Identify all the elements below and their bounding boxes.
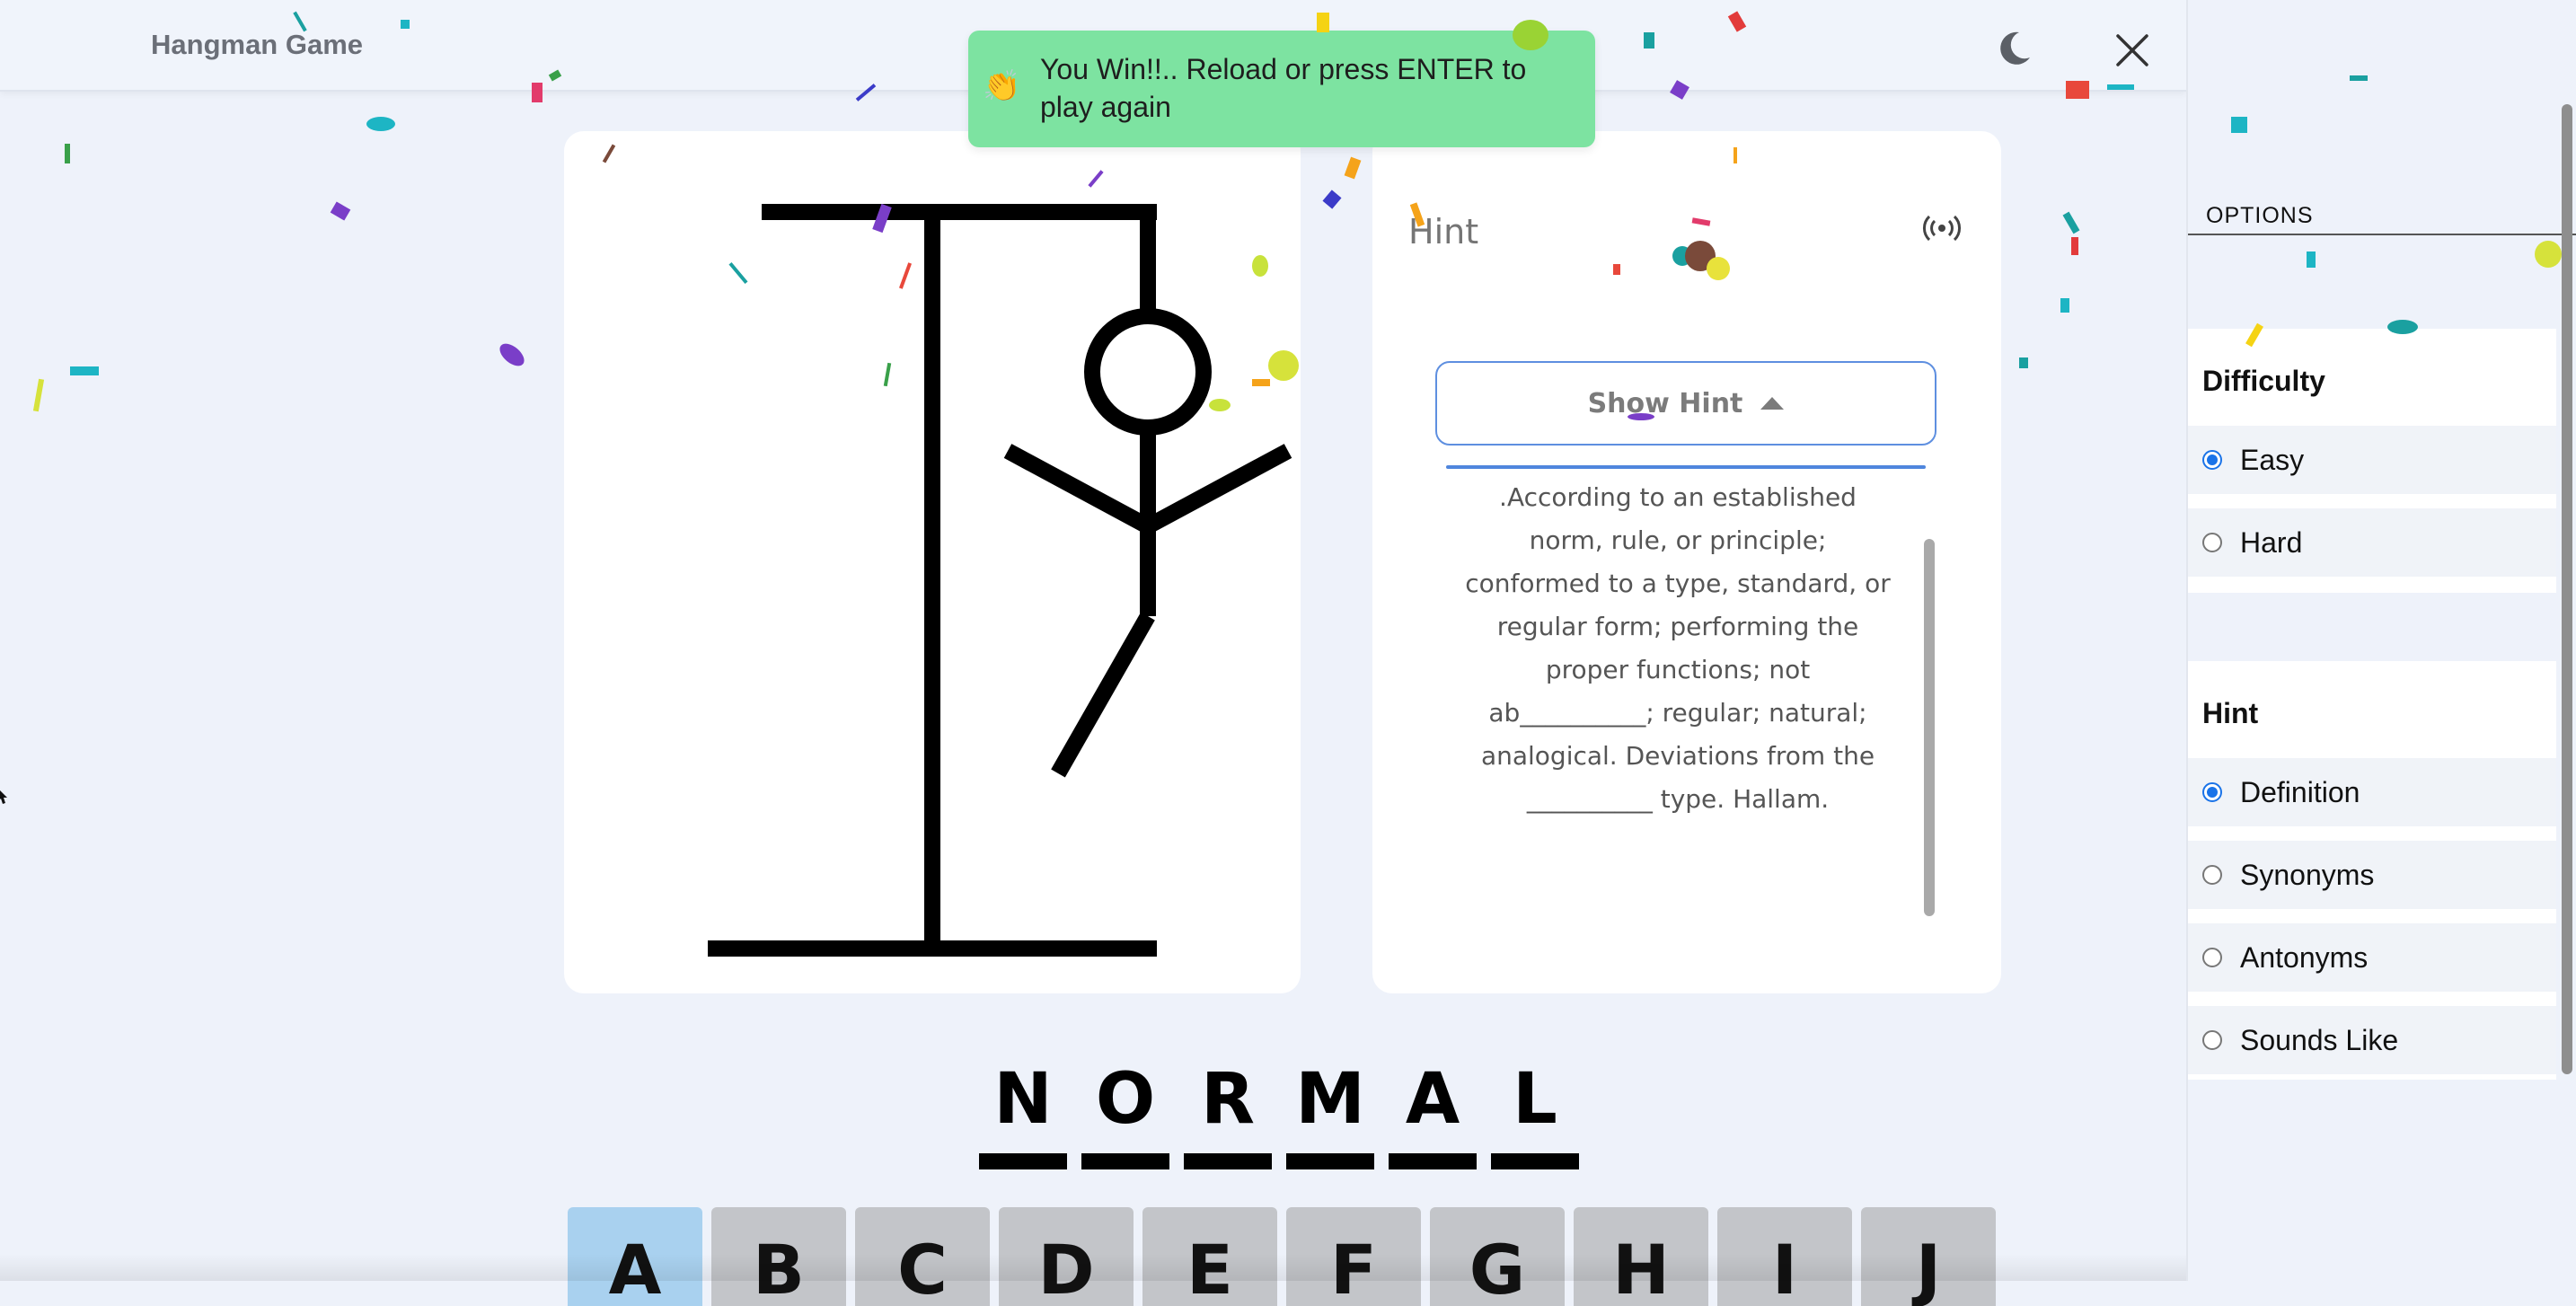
confetti-piece xyxy=(1344,156,1362,180)
word-letter: L xyxy=(1513,1059,1557,1140)
hint-option-synonyms[interactable]: Synonyms xyxy=(2188,841,2556,909)
letter-keyboard: A B C D E F G H I J xyxy=(568,1207,1996,1306)
letter-underline xyxy=(979,1153,1067,1169)
hint-type-panel: Hint Definition Synonyms Antonyms Sounds… xyxy=(2188,661,2556,1080)
confetti-piece xyxy=(2071,237,2078,255)
hint-option-sounds-like[interactable]: Sounds Like xyxy=(2188,1006,2556,1074)
option-label: Hard xyxy=(2240,525,2303,559)
letter-slot: O xyxy=(1081,1056,1169,1169)
key-b[interactable]: B xyxy=(711,1207,846,1306)
option-label: Antonyms xyxy=(2240,940,2369,974)
confetti-piece xyxy=(2019,357,2028,368)
word-letter: A xyxy=(1405,1059,1460,1140)
letter-underline xyxy=(1389,1153,1477,1169)
radio-synonyms[interactable] xyxy=(2202,865,2222,885)
app-title: Hangman Game xyxy=(151,29,364,60)
radio-easy[interactable] xyxy=(2202,450,2222,470)
win-message: You Win!!.. Reload or press ENTER to pla… xyxy=(1040,53,1527,123)
key-e[interactable]: E xyxy=(1142,1207,1277,1306)
hint-title: Hint xyxy=(1408,212,1479,251)
close-icon[interactable] xyxy=(2113,31,2152,70)
options-label: OPTIONS xyxy=(2206,203,2314,228)
moon-icon[interactable] xyxy=(1992,27,2035,70)
radio-hard[interactable] xyxy=(2202,533,2222,552)
key-f[interactable]: F xyxy=(1286,1207,1421,1306)
mouse-cursor-icon xyxy=(0,790,7,804)
word-letter: R xyxy=(1200,1059,1256,1140)
radio-sounds-like[interactable] xyxy=(2202,1030,2222,1050)
key-c[interactable]: C xyxy=(855,1207,990,1306)
letter-slot: N xyxy=(979,1056,1067,1169)
hint-card: Hint Show Hint .According to an establis… xyxy=(1372,131,2001,993)
difficulty-title: Difficulty xyxy=(2202,365,2325,397)
letter-slot: R xyxy=(1184,1056,1272,1169)
key-i[interactable]: I xyxy=(1717,1207,1852,1306)
word-letter: O xyxy=(1095,1059,1156,1140)
key-h[interactable]: H xyxy=(1574,1207,1708,1306)
show-hint-label: Show Hint xyxy=(1587,387,1743,419)
hint-type-title: Hint xyxy=(2202,697,2259,729)
letter-underline xyxy=(1491,1153,1579,1169)
difficulty-panel: Difficulty Easy Hard xyxy=(2188,329,2556,593)
word-display: N O R M A L xyxy=(979,1056,1579,1169)
radio-antonyms[interactable] xyxy=(2202,948,2222,967)
key-g[interactable]: G xyxy=(1430,1207,1565,1306)
radio-definition[interactable] xyxy=(2202,782,2222,802)
win-toast: 👏 You Win!!.. Reload or press ENTER to p… xyxy=(968,31,1595,147)
caret-up-icon xyxy=(1760,397,1785,410)
speaker-icon[interactable] xyxy=(1922,208,1962,248)
key-a[interactable]: A xyxy=(568,1207,702,1306)
letter-underline xyxy=(1081,1153,1169,1169)
confetti-piece xyxy=(32,378,45,412)
sidebar-scrollbar[interactable] xyxy=(2562,104,2572,1074)
confetti-piece xyxy=(495,339,529,371)
hint-option-definition[interactable]: Definition xyxy=(2188,758,2556,826)
show-hint-button[interactable]: Show Hint xyxy=(1435,361,1936,446)
hint-scrollbar[interactable] xyxy=(1924,539,1935,916)
difficulty-option-hard[interactable]: Hard xyxy=(2188,508,2556,577)
confetti-piece xyxy=(2062,211,2080,234)
hint-option-antonyms[interactable]: Antonyms xyxy=(2188,923,2556,992)
confetti-piece xyxy=(70,366,99,375)
options-sidebar: OPTIONS Difficulty Easy Hard Hint Defini… xyxy=(2186,0,2576,1281)
hint-divider xyxy=(1446,465,1926,469)
letter-slot: A xyxy=(1389,1056,1477,1169)
confetti-piece xyxy=(1322,190,1342,209)
option-label: Definition xyxy=(2240,775,2360,808)
hangman-drawing-card xyxy=(564,131,1301,993)
word-letter: M xyxy=(1295,1059,1365,1140)
confetti-piece xyxy=(2060,298,2069,313)
letter-underline xyxy=(1184,1153,1272,1169)
hangman-drawing xyxy=(708,204,1292,957)
hint-definition-text: .According to an established norm, rule,… xyxy=(1465,482,1891,814)
option-label: Synonyms xyxy=(2240,858,2375,891)
letter-slot: L xyxy=(1491,1056,1579,1169)
key-d[interactable]: D xyxy=(999,1207,1134,1306)
key-j[interactable]: J xyxy=(1861,1207,1996,1306)
letter-slot: M xyxy=(1286,1056,1374,1169)
confetti-piece xyxy=(330,201,351,221)
options-divider xyxy=(2188,234,2576,235)
difficulty-option-easy[interactable]: Easy xyxy=(2188,426,2556,494)
clap-emoji: 👏 xyxy=(983,69,1021,103)
confetti-piece xyxy=(65,144,70,163)
letter-underline xyxy=(1286,1153,1374,1169)
option-label: Sounds Like xyxy=(2240,1023,2399,1056)
confetti-piece xyxy=(366,117,395,131)
option-label: Easy xyxy=(2240,443,2305,476)
word-letter: N xyxy=(993,1059,1053,1140)
